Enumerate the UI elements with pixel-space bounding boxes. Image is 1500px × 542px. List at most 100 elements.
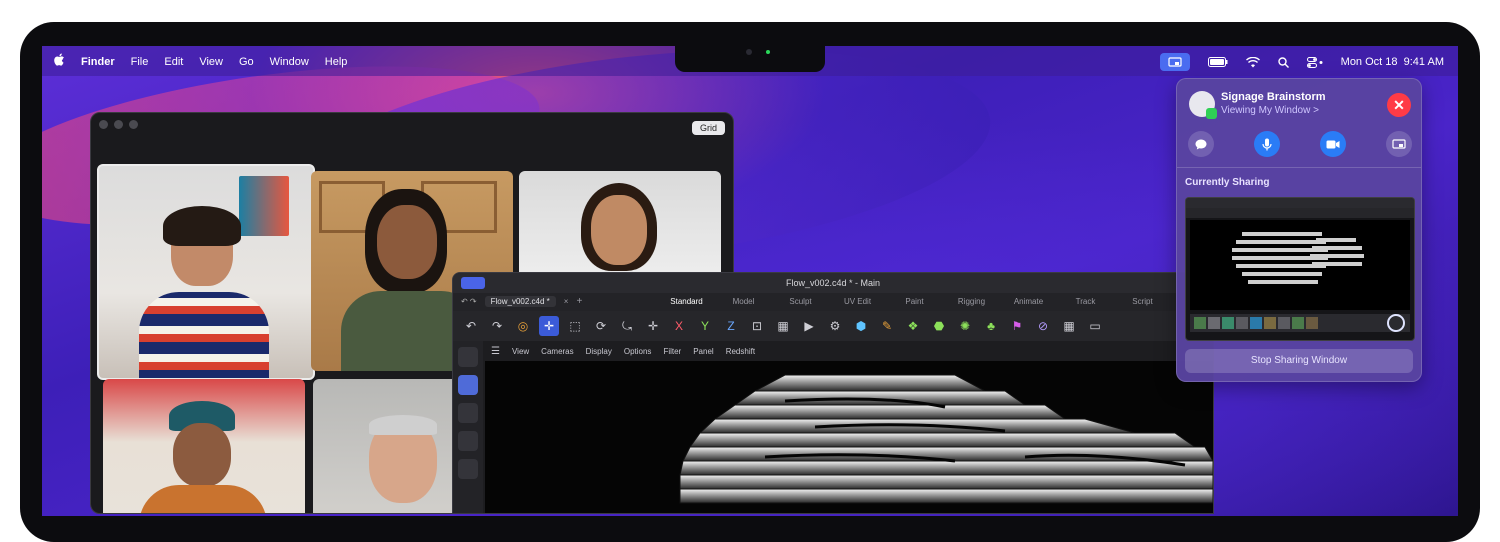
camera-object-icon[interactable]: ▭ [1085, 316, 1105, 336]
close-dot[interactable] [99, 120, 108, 129]
render-settings-icon[interactable]: ⚙ [825, 316, 845, 336]
viewport-menu-view[interactable]: View [512, 347, 529, 356]
menu-window[interactable]: Window [270, 56, 309, 68]
layout-tab-sculpt[interactable]: Sculpt [772, 297, 829, 306]
layout-tabs: Standard Model Sculpt UV Edit Paint Rigg… [658, 297, 1171, 306]
control-center-icon[interactable] [1306, 56, 1323, 68]
layout-tab-rigging[interactable]: Rigging [943, 297, 1000, 306]
undo-small-icon[interactable]: ↶ ↷ [461, 297, 477, 306]
axis-tool-icon[interactable]: ✛ [643, 316, 663, 336]
menu-help[interactable]: Help [325, 56, 348, 68]
mode-points-icon[interactable] [458, 403, 478, 423]
battery-icon[interactable] [1207, 57, 1228, 67]
window-controls[interactable] [99, 120, 138, 129]
transform-icon[interactable]: ⤿ [617, 316, 637, 336]
deformer-icon[interactable]: ⬣ [929, 316, 949, 336]
viewport-menu-redshift[interactable]: Redshift [726, 347, 755, 356]
wifi-icon[interactable] [1245, 56, 1260, 68]
field-icon[interactable]: ✺ [955, 316, 975, 336]
shared-window-thumbnail[interactable] [1185, 197, 1415, 341]
shared-window-preview [1186, 198, 1414, 332]
axis-y-toggle[interactable]: Y [695, 316, 715, 336]
participant-tile[interactable] [103, 379, 305, 513]
viewport-menu-panel[interactable]: Panel [693, 347, 713, 356]
layout-tab-animate[interactable]: Animate [1000, 297, 1057, 306]
redo-icon[interactable]: ↷ [487, 316, 507, 336]
mode-edges-icon[interactable] [458, 431, 478, 451]
3d-viewport[interactable] [485, 361, 1213, 513]
apple-menu-icon[interactable] [54, 53, 65, 69]
viewport-menu-display[interactable]: Display [586, 347, 612, 356]
document-tab[interactable]: Flow_v002.c4d * [484, 296, 556, 307]
close-tab-icon[interactable]: × [564, 297, 569, 306]
call-title: Signage Brainstorm [1221, 91, 1326, 103]
participant-video [173, 423, 231, 487]
layout-tab-script[interactable]: Script [1114, 297, 1171, 306]
coordinate-system-icon[interactable]: ⊡ [747, 316, 767, 336]
shared-window-badge [461, 277, 485, 289]
viewport-menu-options[interactable]: Options [624, 347, 652, 356]
add-tab-button[interactable]: + [576, 296, 582, 307]
message-icon[interactable] [1188, 131, 1214, 157]
mograph-icon[interactable]: ♣ [981, 316, 1001, 336]
scale-tool-icon[interactable]: ⬚ [565, 316, 585, 336]
mode-model-icon[interactable] [458, 375, 478, 395]
menu-edit[interactable]: Edit [164, 56, 183, 68]
participant-tile[interactable] [97, 164, 315, 380]
grid-view-button[interactable]: Grid [691, 121, 725, 135]
layout-tab-standard[interactable]: Standard [658, 297, 715, 306]
spotlight-search-icon[interactable] [1277, 56, 1289, 68]
video-camera-icon[interactable] [1320, 131, 1346, 157]
participant-video [139, 292, 269, 378]
menu-view[interactable]: View [199, 56, 223, 68]
viewport-menu-filter[interactable]: Filter [663, 347, 681, 356]
viewing-link[interactable]: Viewing My Window > [1221, 105, 1319, 116]
layout-tab-model[interactable]: Model [715, 297, 772, 306]
render-picture-viewer-icon[interactable]: ▶ [799, 316, 819, 336]
participant-video [369, 415, 437, 435]
generator-icon[interactable]: ❖ [903, 316, 923, 336]
viewport-menu-cameras[interactable]: Cameras [541, 347, 573, 356]
end-call-button[interactable]: ✕ [1387, 93, 1411, 117]
window-title: Flow_v002.c4d * - Main [785, 278, 881, 288]
render-view-icon[interactable]: ▦ [773, 316, 793, 336]
participant-video [591, 195, 647, 265]
mode-polygons-icon[interactable] [458, 459, 478, 479]
screen-share-icon[interactable] [1386, 131, 1412, 157]
participant-tile[interactable] [519, 171, 721, 281]
zoom-dot[interactable] [129, 120, 138, 129]
grid-layout-icon[interactable]: ▦ [1059, 316, 1079, 336]
menu-go[interactable]: Go [239, 56, 254, 68]
axis-x-toggle[interactable]: X [669, 316, 689, 336]
layout-tab-paint[interactable]: Paint [886, 297, 943, 306]
screen-share-status-icon[interactable] [1159, 53, 1190, 71]
mode-make-editable-icon[interactable] [458, 347, 478, 367]
layout-tab-uv-edit[interactable]: UV Edit [829, 297, 886, 306]
menu-app-name[interactable]: Finder [81, 56, 115, 68]
environment-icon[interactable]: ⊘ [1033, 316, 1053, 336]
main-toolbar: ↶ ↷ ◎ ✛ ⬚ ⟳ ⤿ ✛ X Y Z ⊡ ▦ ▶ ⚙ ⬢ ✎ ❖ ⬣ ✺ … [453, 311, 1213, 341]
group-avatar [1189, 91, 1217, 119]
stop-sharing-button[interactable]: Stop Sharing Window [1185, 349, 1413, 373]
rotate-tool-icon[interactable]: ⟳ [591, 316, 611, 336]
minimize-dot[interactable] [114, 120, 123, 129]
axis-z-toggle[interactable]: Z [721, 316, 741, 336]
cube-object-icon[interactable]: ⬢ [851, 316, 871, 336]
menu-clock[interactable]: Mon Oct 18 9:41 AM [1341, 56, 1444, 68]
shareplay-panel: Signage Brainstorm Viewing My Window > ✕… [1176, 78, 1422, 382]
live-selection-icon[interactable]: ◎ [513, 316, 533, 336]
menu-file[interactable]: File [131, 56, 149, 68]
tag-icon[interactable]: ⚑ [1007, 316, 1027, 336]
microphone-icon[interactable] [1254, 131, 1280, 157]
window-title-bar[interactable]: Flow_v002.c4d * - Main [453, 273, 1213, 293]
document-tab-bar: ↶ ↷ Flow_v002.c4d * × + Standard Model S… [453, 293, 1213, 311]
participant-video [163, 206, 241, 246]
move-tool-icon[interactable]: ✛ [539, 316, 559, 336]
layout-tab-track[interactable]: Track [1057, 297, 1114, 306]
facetime-icon [1206, 108, 1217, 119]
viewport-menu: ☰ View Cameras Display Options Filter Pa… [485, 341, 1213, 361]
viewport-menu-icon[interactable]: ☰ [491, 346, 500, 357]
undo-icon[interactable]: ↶ [461, 316, 481, 336]
spline-pen-icon[interactable]: ✎ [877, 316, 897, 336]
cinema4d-window[interactable]: Flow_v002.c4d * - Main ↶ ↷ Flow_v002.c4d… [452, 272, 1214, 514]
